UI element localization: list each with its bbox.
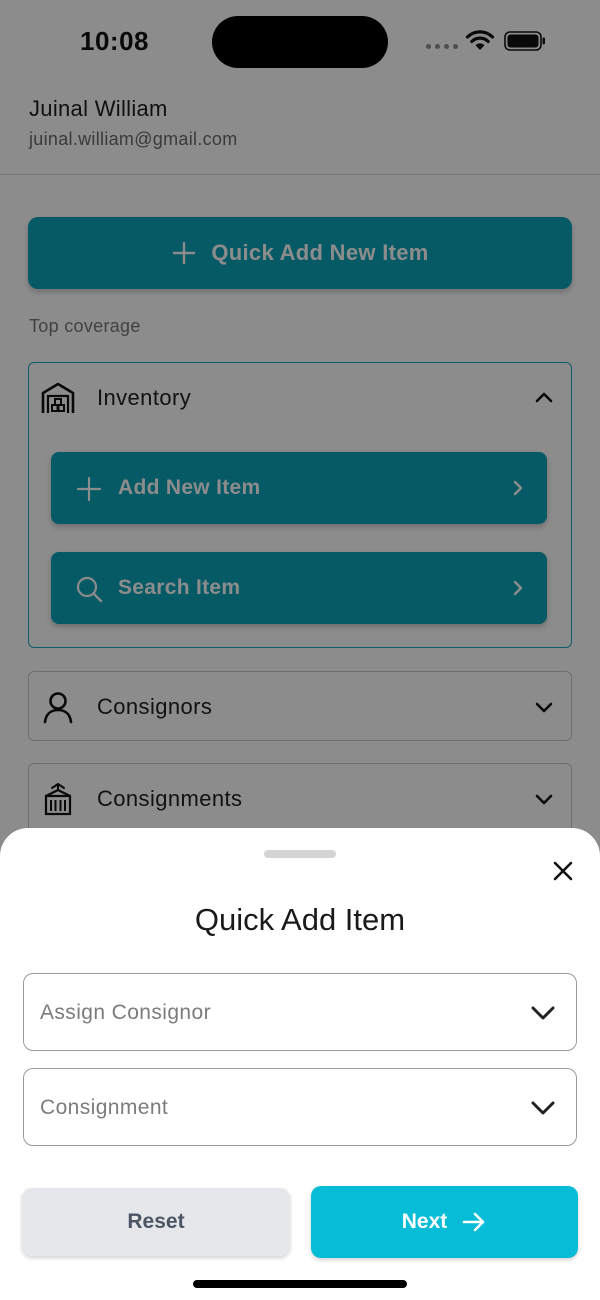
arrow-right-icon — [462, 1212, 485, 1232]
assign-consignor-placeholder: Assign Consignor — [40, 1001, 211, 1024]
consignment-placeholder: Consignment — [40, 1096, 169, 1119]
next-label: Next — [401, 1210, 448, 1233]
assign-consignor-select[interactable]: Assign Consignor — [23, 973, 577, 1051]
app-screen: 10:08 Juinal William juinal.william@gmai… — [0, 0, 600, 1300]
reset-label: Reset — [127, 1210, 185, 1233]
sheet-title: Quick Add Item — [194, 902, 406, 937]
reset-button[interactable]: Reset — [22, 1188, 290, 1256]
close-icon[interactable] — [548, 856, 578, 886]
next-button[interactable]: Next — [311, 1186, 578, 1258]
quick-add-item-sheet: Quick Add Item Assign Consignor Consignm… — [0, 828, 600, 1300]
consignment-select[interactable]: Consignment — [23, 1068, 577, 1146]
home-indicator[interactable] — [193, 1280, 407, 1288]
sheet-grabber[interactable] — [264, 850, 336, 858]
chevron-down-icon — [531, 1101, 555, 1115]
chevron-down-icon — [531, 1006, 555, 1020]
